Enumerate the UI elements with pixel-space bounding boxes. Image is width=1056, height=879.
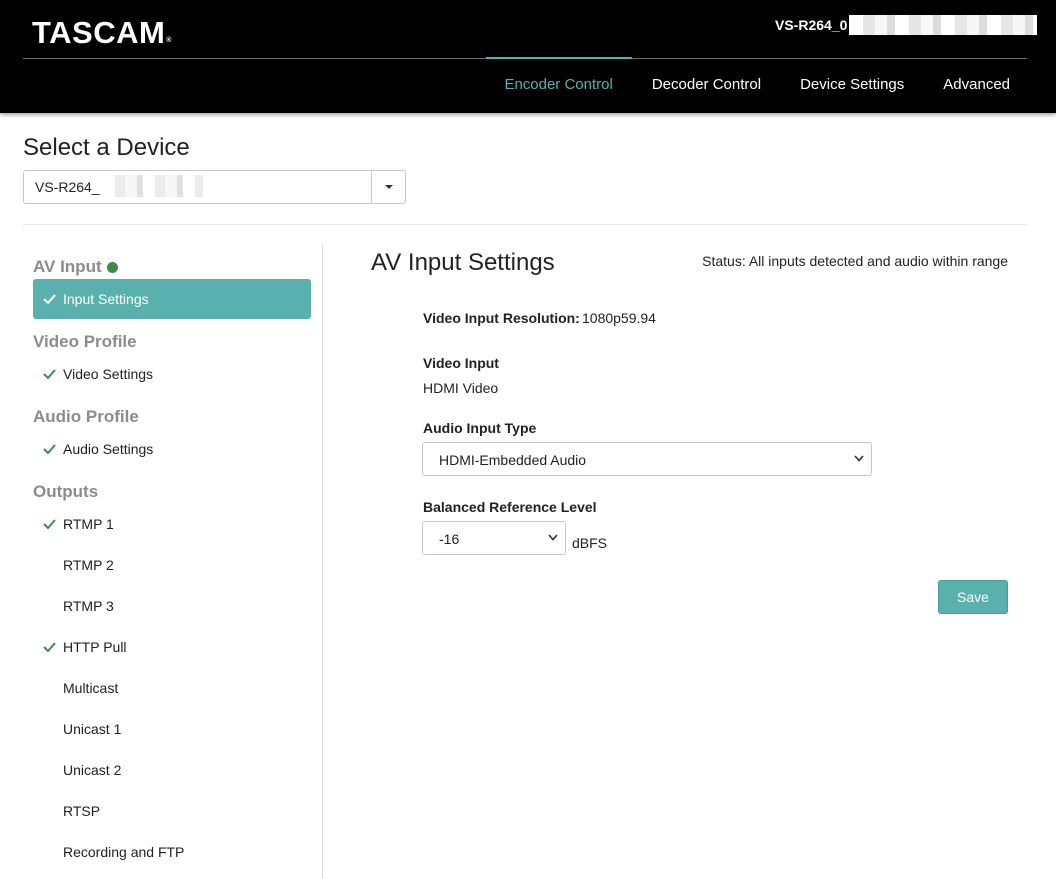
video-input-label: Video Input <box>423 355 499 371</box>
section-divider <box>23 224 1027 225</box>
settings-sidebar: AV Input Input Settings Video Profile Vi… <box>33 245 323 879</box>
check-icon <box>33 369 63 379</box>
sidebar-item-label: RTMP 1 <box>63 516 114 532</box>
sidebar-item-unicast-2[interactable]: Unicast 2 <box>33 750 311 790</box>
video-resolution-label: Video Input Resolution: <box>423 310 580 326</box>
sidebar-item-label: Unicast 2 <box>63 762 122 778</box>
device-select-value: VS-R264_ <box>24 171 371 203</box>
save-button[interactable]: Save <box>938 580 1008 614</box>
check-icon <box>33 642 63 652</box>
redacted-serial <box>849 15 1038 35</box>
caret-down-icon <box>384 185 393 189</box>
redacted-serial <box>102 175 203 197</box>
sidebar-item-video-settings[interactable]: Video Settings <box>33 354 311 394</box>
sidebar-item-multicast[interactable]: Multicast <box>33 668 311 708</box>
sidebar-item-label: Unicast 1 <box>63 721 122 737</box>
sidebar-item-label: Multicast <box>63 680 119 696</box>
status-message: Status: All inputs detected and audio wi… <box>702 253 1008 269</box>
sidebar-item-recording-ftp[interactable]: Recording and FTP <box>33 832 311 872</box>
audio-input-type-value: HDMI-Embedded Audio <box>439 452 587 468</box>
sidebar-item-label: Video Settings <box>63 366 154 382</box>
balanced-ref-select[interactable]: -16 <box>422 521 566 555</box>
sidebar-item-audio-settings[interactable]: Audio Settings <box>33 429 311 469</box>
av-input-heading: AV Input <box>33 257 102 276</box>
tascam-logo[interactable]: TASCAM® <box>32 15 172 51</box>
section-heading-av-input: AV Input <box>33 257 118 277</box>
sidebar-item-label: Audio Settings <box>63 441 154 457</box>
sidebar-item-label: Input Settings <box>63 291 149 307</box>
sidebar-item-rtsp[interactable]: RTSP <box>33 791 311 831</box>
check-icon <box>33 294 63 304</box>
section-heading-audio-profile: Audio Profile <box>33 407 139 426</box>
logo-text: TASCAM <box>32 15 166 50</box>
video-resolution-value: 1080p59.94 <box>582 310 656 326</box>
status-dot-icon <box>106 261 118 273</box>
sidebar-item-rtmp-1[interactable]: RTMP 1 <box>33 504 311 544</box>
audio-input-type-label: Audio Input Type <box>423 420 537 436</box>
current-device-name: VS-R264_0 <box>775 15 1038 35</box>
nav-device-settings[interactable]: Device Settings <box>780 58 923 113</box>
panel-title: AV Input Settings <box>371 249 555 276</box>
balanced-ref-label: Balanced Reference Level <box>423 499 597 515</box>
sidebar-item-rtmp-3[interactable]: RTMP 3 <box>33 586 311 626</box>
audio-input-type-select[interactable]: HDMI-Embedded Audio <box>422 442 872 476</box>
sidebar-item-label: HTTP Pull <box>63 639 127 655</box>
chevron-down-icon <box>854 455 864 462</box>
sidebar-item-label: Recording and FTP <box>63 844 185 860</box>
device-select[interactable]: VS-R264_ <box>23 170 406 204</box>
sidebar-item-input-settings[interactable]: Input Settings <box>33 279 311 319</box>
video-input-value: HDMI Video <box>423 380 499 396</box>
sidebar-item-rtmp-2[interactable]: RTMP 2 <box>33 545 311 585</box>
main-nav: Encoder Control Decoder Control Device S… <box>484 57 1029 113</box>
sidebar-item-label: RTMP 2 <box>63 557 114 573</box>
check-icon <box>33 519 63 529</box>
sidebar-item-label: RTMP 3 <box>63 598 114 614</box>
dbfs-unit: dBFS <box>572 535 608 551</box>
device-select-text: VS-R264_ <box>35 179 100 195</box>
chevron-down-icon <box>548 534 558 541</box>
sidebar-item-unicast-1[interactable]: Unicast 1 <box>33 709 311 749</box>
top-bar: TASCAM® VS-R264_0 Encoder Control Decode… <box>0 0 1056 113</box>
section-heading-outputs: Outputs <box>33 482 99 501</box>
nav-decoder-control[interactable]: Decoder Control <box>632 58 780 113</box>
page-title: Select a Device <box>23 134 190 161</box>
device-dropdown-button[interactable] <box>371 171 405 203</box>
nav-advanced[interactable]: Advanced <box>923 58 1029 113</box>
registered-mark: ® <box>166 37 172 44</box>
section-heading-video-profile: Video Profile <box>33 332 137 351</box>
check-icon <box>33 444 63 454</box>
balanced-ref-value: -16 <box>439 531 460 547</box>
sidebar-item-label: RTSP <box>63 803 101 819</box>
device-name-text: VS-R264_0 <box>775 17 848 33</box>
sidebar-item-http-pull[interactable]: HTTP Pull <box>33 627 311 667</box>
nav-encoder-control[interactable]: Encoder Control <box>484 57 633 113</box>
